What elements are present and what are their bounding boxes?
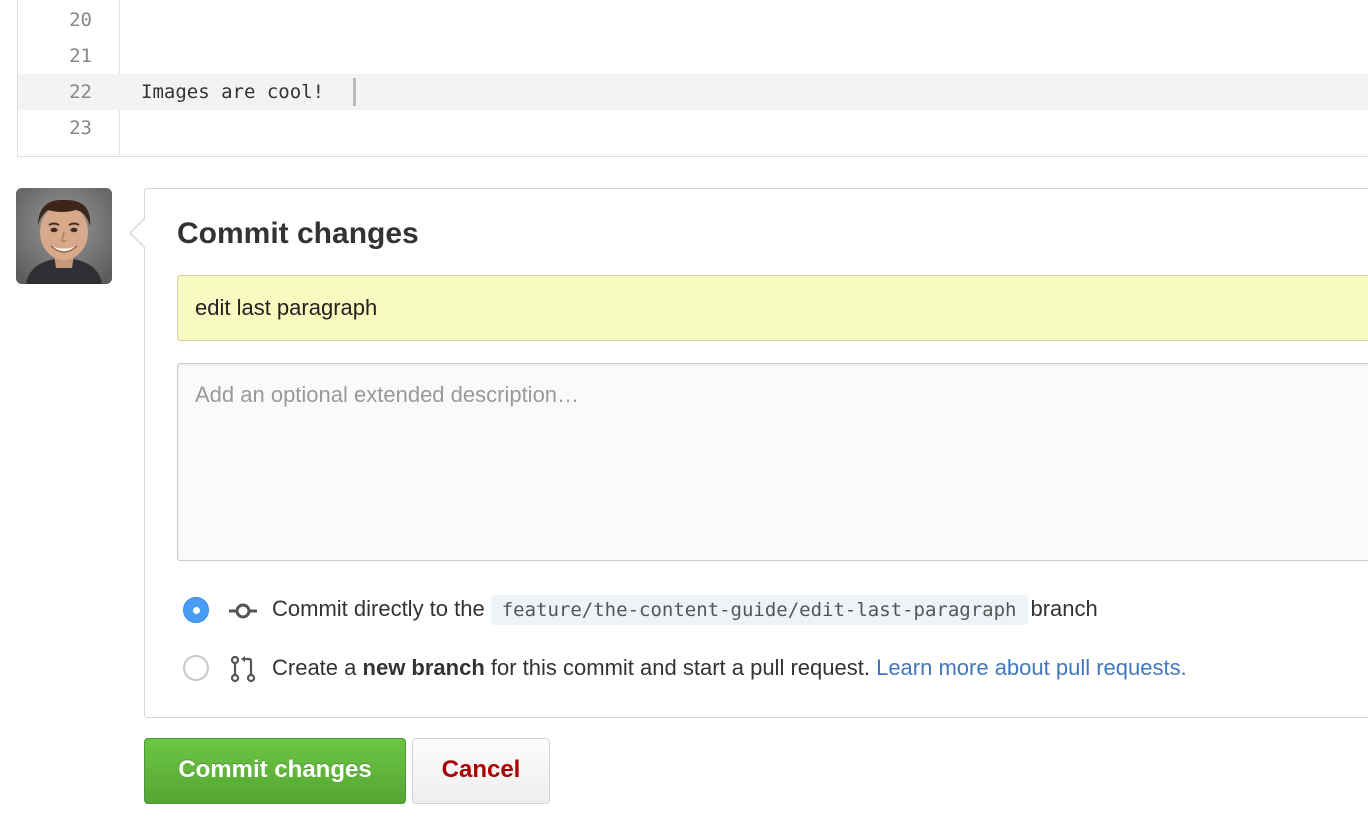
new-branch-bold: new branch: [362, 655, 485, 680]
avatar-image: [16, 188, 112, 284]
commit-direct-suffix: branch: [1030, 596, 1098, 621]
new-branch-prefix: Create a: [272, 655, 357, 680]
speech-caret-inner: [131, 218, 146, 248]
text-cursor: [353, 78, 356, 106]
code-line-active[interactable]: 22 Images are cool!: [18, 74, 1368, 110]
avatar[interactable]: [16, 188, 112, 284]
code-line[interactable]: 20: [18, 2, 1368, 38]
code-line[interactable]: 23: [18, 110, 1368, 146]
commit-direct-option[interactable]: Commit directly to the feature/the-conten…: [183, 593, 1368, 627]
commit-summary-input[interactable]: edit last paragraph: [177, 275, 1368, 341]
code-editor[interactable]: 20 21 22 Images are cool! 23: [17, 0, 1368, 157]
new-branch-option[interactable]: Create a new branch for this commit and …: [183, 651, 1368, 685]
learn-more-link[interactable]: Learn more about pull requests.: [876, 655, 1187, 680]
git-pull-request-icon: [230, 655, 256, 683]
commit-changes-button[interactable]: Commit changes: [144, 738, 406, 804]
branch-name: feature/the-content-guide/edit-last-para…: [490, 595, 1028, 625]
new-branch-radio[interactable]: [183, 655, 209, 681]
commit-direct-radio[interactable]: [183, 597, 209, 623]
commit-direct-prefix: Commit directly to the: [272, 596, 485, 621]
cancel-button[interactable]: Cancel: [412, 738, 550, 804]
commit-direct-label: Commit directly to the feature/the-conten…: [272, 595, 1098, 625]
line-number: 20: [69, 9, 92, 31]
git-commit-icon: [229, 603, 257, 619]
line-number: 21: [69, 45, 92, 67]
commit-title: Commit changes: [177, 217, 419, 250]
line-number: 22: [69, 81, 92, 103]
line-text[interactable]: Images are cool!: [141, 81, 324, 103]
new-branch-label: Create a new branch for this commit and …: [272, 655, 1187, 681]
code-line[interactable]: 21: [18, 38, 1368, 74]
commit-form: Commit changes edit last paragraph Commi…: [129, 188, 1368, 718]
new-branch-middle: for this commit and start a pull request…: [490, 655, 870, 680]
commit-description-input[interactable]: [177, 363, 1368, 561]
line-number: 23: [69, 117, 92, 139]
